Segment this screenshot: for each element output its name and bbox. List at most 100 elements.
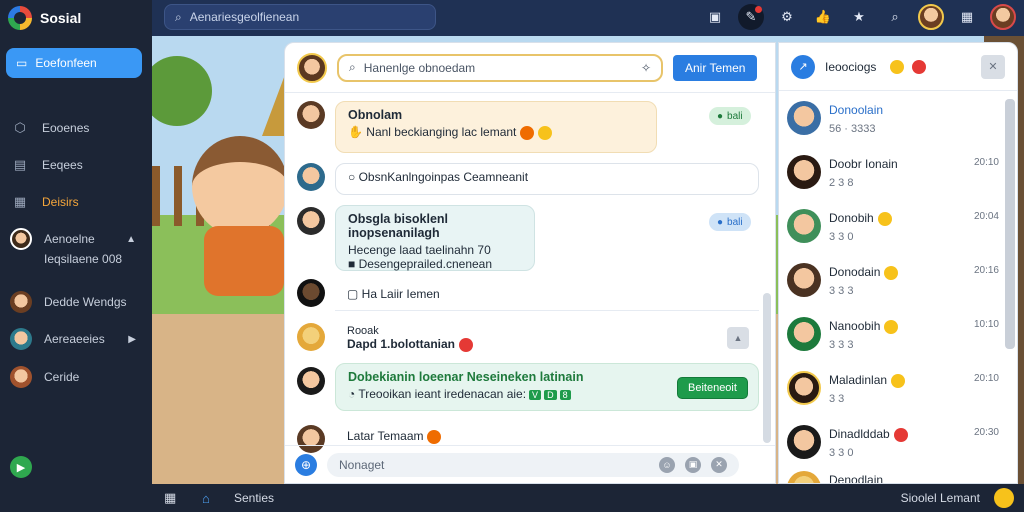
apps-icon[interactable]: ▦ [954,4,980,30]
whatsapp-icon: ◔ [348,387,359,401]
contact-item[interactable]: Donoolain 56 · 3333 [779,93,1005,147]
shield-icon: ⬡ [14,120,26,135]
smile-icon[interactable] [994,488,1014,508]
image-icon[interactable]: ▲ [727,327,749,349]
chat-panel: ⌕ Hanenlge obnoedam ✧ Anir Temen Obnolam… [284,42,776,484]
avatar [10,228,32,250]
message-bubble[interactable]: Obsgla bisoklenl inopsenanilagh Hecenge … [335,205,535,271]
profile-avatar[interactable] [918,4,944,30]
sidebar-item-label: Ceride [44,370,80,384]
sidebar-item-7[interactable]: Ceride [10,366,79,388]
sidebar-item-label: Aenoelne [44,232,95,246]
message-bubble[interactable]: Rooak Dapd 1.bolottanian [335,319,635,359]
contact-meta: 3 3 3 [829,285,854,297]
contact-meta: 56 · 3333 [829,123,876,135]
account-avatar[interactable] [990,4,1016,30]
emoji-icon [877,211,892,226]
grid-icon[interactable]: ▦ [164,490,176,506]
notification-icon[interactable]: ✎ [738,4,764,30]
message-title: Obnolam [348,108,403,122]
search-people-icon[interactable]: ⌕ [882,4,908,30]
message-body: ✋ Nanl beckianging lac lemant [348,125,644,140]
contact-item[interactable]: Doobr Ionain 2 3 8 20:10 [779,147,1005,201]
star-icon[interactable]: ★ [846,4,872,30]
chevron-right-icon[interactable]: ▶ [128,334,136,345]
global-search-input[interactable]: ⌕ Aenariesgeolfienean [164,4,436,30]
contact-item[interactable]: Donobih 3 3 0 20:04 [779,201,1005,255]
sidebar-item-1[interactable]: ⬡ Eooenes [10,118,89,138]
avatar [10,328,32,350]
sidebar-item-label: Aereaeeies [44,332,105,346]
info-icon: ● [717,216,724,228]
bottom-label[interactable]: Senties [234,491,274,505]
sidebar-item-4[interactable]: Aenoelne ▲ [10,228,146,250]
sidebar-item-3[interactable]: ▦ Deisirs [10,192,79,212]
contact-item[interactable]: Maladinlan 3 3 20:10 [779,363,1005,417]
message-line: Hecenge laad taelinahn 70 [348,243,491,257]
contact-time: 10:10 [973,319,999,330]
message-bubble[interactable]: ○ ObsnKanlngoinpas Ceamneanit [335,163,759,195]
avatar [787,425,821,459]
sidebar-item-label: Eooenes [42,121,90,135]
chevron-up-icon[interactable]: ▲ [126,234,136,245]
avatar [297,323,325,351]
message-bubble[interactable]: Obnolam ✋ Nanl beckianging lac lemant [335,101,657,153]
sidebar-item-label: Eeqees [42,158,83,172]
contact-name: Donoolain [829,103,884,117]
avatar [787,155,821,189]
settings-icon[interactable]: ⚙ [774,4,800,30]
sidebar: ▭ Eoefonfeen ⬡ Eooenes ▤ Eeqees ▦ Deisir… [0,36,152,484]
contact-time: 20:30 [973,427,999,438]
message-input[interactable]: Nonaget ☺ ▣ ✕ [327,452,739,477]
image-icon[interactable]: ▣ [685,456,701,473]
sidebar-item-6[interactable]: Aereaeeies ▶ [10,328,146,350]
contact-meta: 3 3 [829,393,845,405]
bottom-bar: ▦ ⌂ Senties Sioolel Lemant [0,484,1024,512]
message-tag[interactable]: ● bali [709,213,751,231]
action-button[interactable]: Beiteneoit [677,377,748,399]
video-icon[interactable]: ▣ [702,4,728,30]
sidebar-item-5[interactable]: Dedde Wendgs [10,291,127,313]
contact-name: Dinadlddab [829,427,908,442]
app-name: Sosial [40,10,82,26]
top-bar: Sosial ⌕ Aenariesgeolfienean ▣ ✎ ⚙ 👍 ★ ⌕… [0,0,1024,36]
pin-icon[interactable]: ↗ [791,54,815,79]
contact-name: Maladinlan [829,373,906,388]
contact-item[interactable]: Donodain 3 3 3 20:16 [779,255,1005,309]
avatar [297,279,325,307]
avatar [297,101,325,129]
message-body: Latar Temaam [347,429,424,443]
home-icon[interactable]: ⌂ [202,491,210,506]
attach-icon[interactable]: ⊕ [295,453,317,476]
like-icon[interactable]: 👍 [810,4,836,30]
emoji-icon [893,427,908,442]
contact-item[interactable]: Nanoobih 3 3 3 10:10 [779,309,1005,363]
app-logo [8,6,32,30]
close-icon[interactable]: ✕ [981,54,1005,79]
contact-item[interactable]: Denodlain [779,463,1005,483]
sidebar-item-active[interactable]: ▭ Eoefonfeen [6,48,142,78]
emoji-icon[interactable]: ☺ [659,456,675,473]
calendar-icon: ▦ [13,194,27,209]
avatar [10,366,32,388]
sidebar-item-2[interactable]: ▤ Eeqees [10,155,83,175]
play-icon[interactable]: ▶ [10,456,32,478]
avatar[interactable] [297,52,327,83]
message-tag[interactable]: ● bali [709,107,751,125]
close-icon[interactable]: ✕ [711,456,727,473]
emoji-icon [427,429,442,444]
avatar [787,471,821,483]
message-body: ObsnKanlngoinpas Ceamneanit [358,170,529,184]
bottom-status[interactable]: Sioolel Lemant [901,491,980,505]
search-icon: ⌕ [175,9,182,24]
chat-search-input[interactable]: ⌕ Hanenlge obnoedam ✧ [337,53,663,82]
message-bubble[interactable]: ▢ Ha Laiir Iemen [335,281,759,311]
add-friend-button[interactable]: Anir Temen [673,54,758,81]
contacts-scrollbar[interactable] [1005,99,1015,349]
top-icons: ▣ ✎ ⚙ 👍 ★ ⌕ ▦ [702,4,1016,30]
brand[interactable]: Sosial [0,0,152,36]
contacts-panel: ↗ Ieoociogs ✕ Donoolain 56 · 3333 Doobr … [778,42,1018,484]
chat-scrollbar[interactable] [763,293,771,443]
sparkle-icon[interactable]: ✧ [641,61,651,75]
search-icon: ○ [348,170,359,184]
